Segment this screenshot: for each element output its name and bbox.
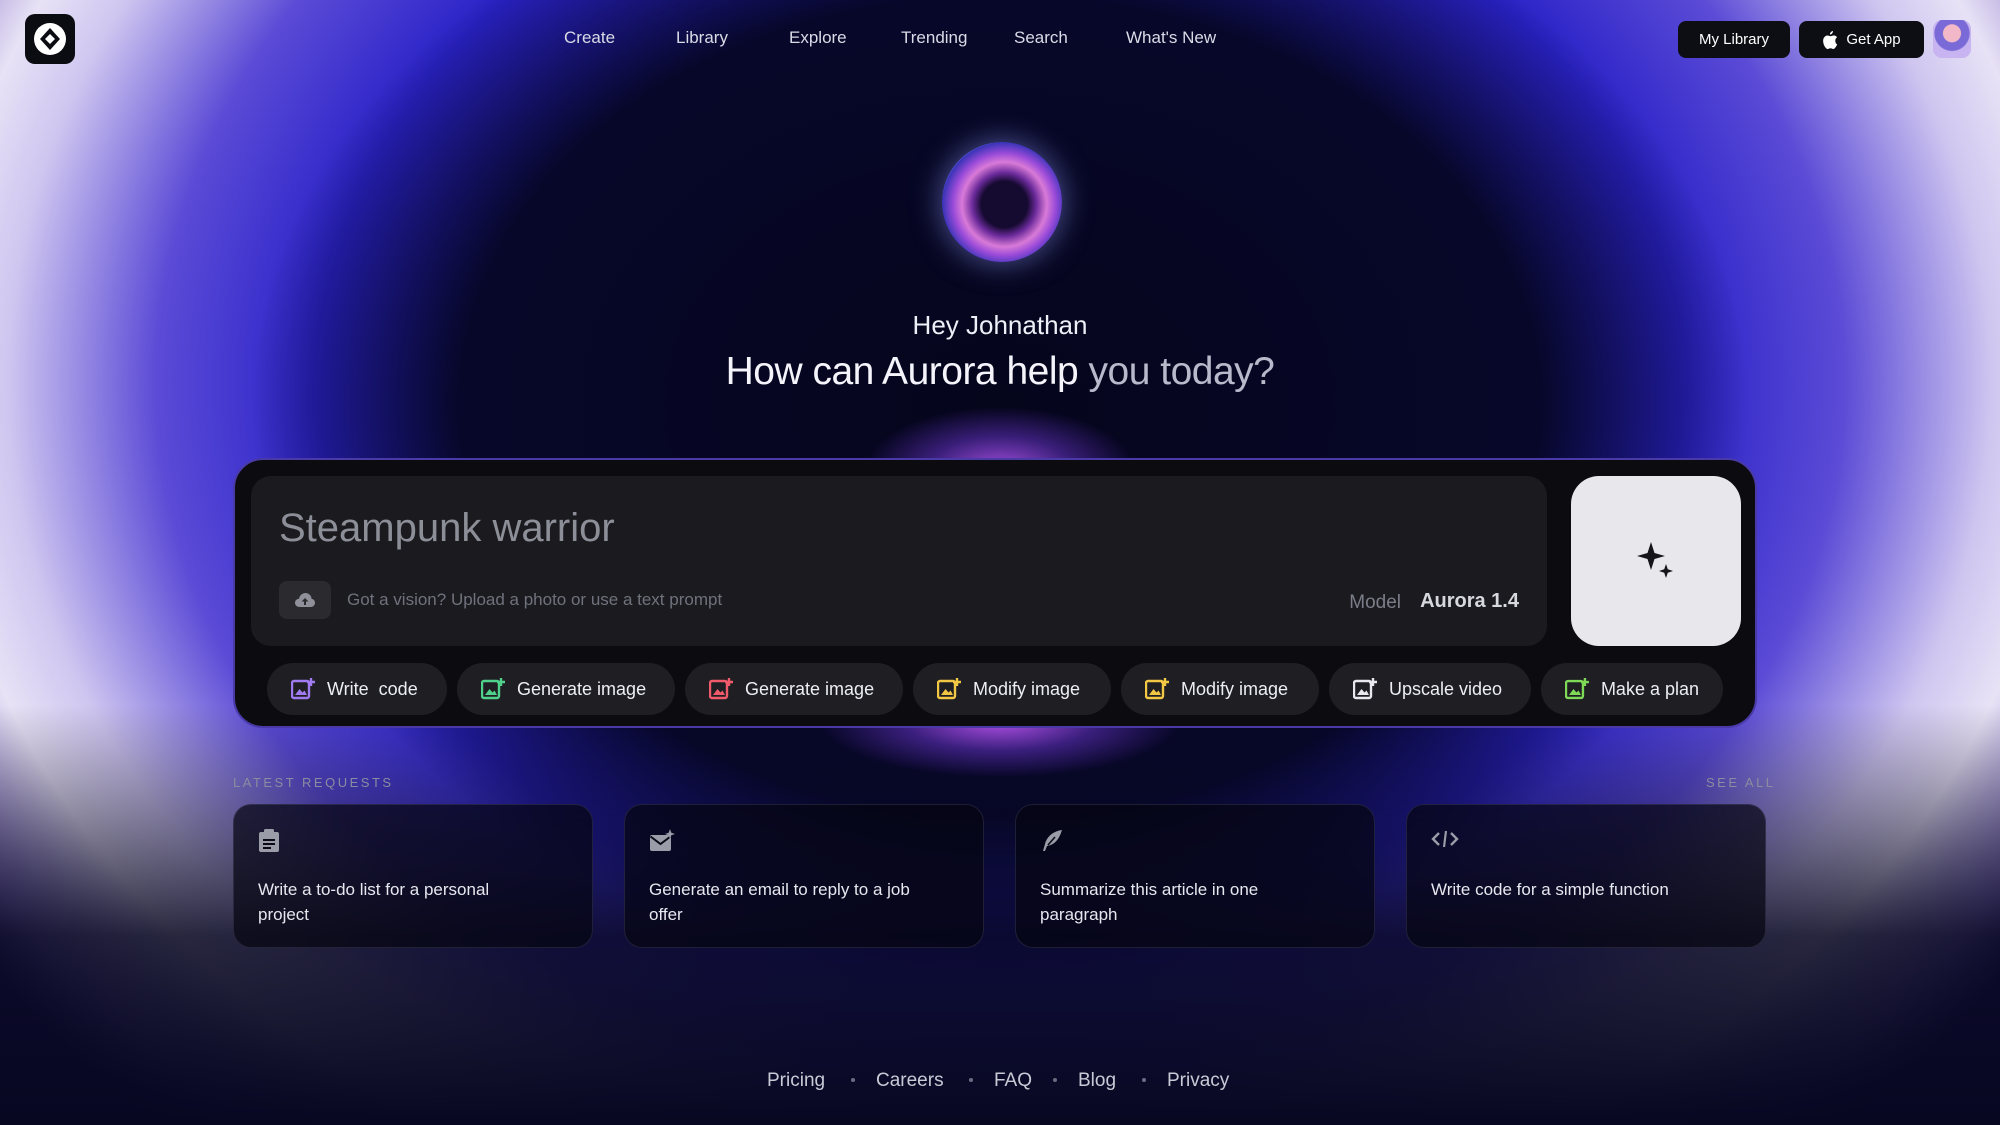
- chip-make-a-plan[interactable]: Make a plan: [1541, 663, 1723, 715]
- user-avatar[interactable]: [1933, 20, 1971, 58]
- chip-label: Make a plan: [1600, 678, 1699, 699]
- nav-library[interactable]: Library: [676, 28, 728, 48]
- chip-label: Generate image: [745, 678, 875, 699]
- request-text: Write a to-do list for a personal projec…: [258, 880, 490, 924]
- see-all-link[interactable]: SEE ALL: [1706, 775, 1776, 790]
- prompt-panel: Steampunk warrior Got a vision? Upload a…: [233, 458, 1757, 728]
- request-text: Write code for a simple function: [1431, 880, 1669, 899]
- image-plus-icon: [1565, 678, 1589, 700]
- prompt-input-box[interactable]: Steampunk warrior Got a vision? Upload a…: [251, 476, 1547, 646]
- image-plus-icon: [937, 678, 961, 700]
- apple-icon: [1823, 30, 1838, 49]
- footer-blog[interactable]: Blog: [1078, 1070, 1116, 1092]
- footer-careers[interactable]: Careers: [876, 1070, 944, 1092]
- upload-button[interactable]: [279, 581, 331, 619]
- clipboard-icon: [259, 829, 279, 852]
- image-plus-icon: [1145, 678, 1169, 700]
- my-library-button[interactable]: My Library: [1678, 21, 1790, 58]
- latest-requests-title: LATEST REQUESTS: [233, 775, 394, 790]
- model-selector[interactable]: Aurora 1.4: [1420, 590, 1519, 613]
- footer-separator: [969, 1078, 973, 1082]
- prompt-input[interactable]: Steampunk warrior: [279, 506, 615, 551]
- image-plus-icon: [291, 678, 315, 700]
- chip-upscale-video[interactable]: Upscale video: [1329, 663, 1531, 715]
- nav-whats-new[interactable]: What's New: [1126, 28, 1216, 48]
- footer-faq[interactable]: FAQ: [994, 1070, 1032, 1092]
- request-card[interactable]: Write a to-do list for a personal projec…: [233, 804, 593, 948]
- chip-label: Modify image: [1181, 678, 1289, 699]
- image-plus-icon: [709, 678, 733, 700]
- image-plus-icon: [1353, 678, 1377, 700]
- chip-write-code[interactable]: Write code: [267, 663, 447, 715]
- cloud-upload-icon: [295, 593, 315, 607]
- footer-privacy[interactable]: Privacy: [1167, 1070, 1229, 1092]
- generate-button[interactable]: [1571, 476, 1741, 646]
- nav-search[interactable]: Search: [1014, 28, 1068, 48]
- headline: How can Aurora help you today?: [0, 350, 2000, 394]
- headline-main: How can Aurora help: [725, 350, 1079, 393]
- mail-sparkle-icon: [649, 829, 675, 851]
- chip-label: Modify image: [973, 678, 1081, 699]
- nav-create[interactable]: Create: [564, 28, 615, 48]
- quill-icon: [1043, 830, 1062, 851]
- get-app-button[interactable]: Get App: [1799, 21, 1924, 58]
- get-app-label: Get App: [1846, 31, 1901, 48]
- footer-separator: [1053, 1078, 1057, 1082]
- image-plus-icon: [481, 678, 505, 700]
- request-text: Summarize this article in one paragraph: [1040, 880, 1259, 924]
- request-card[interactable]: Write code for a simple function: [1406, 804, 1766, 948]
- code-icon: [1431, 830, 1459, 848]
- footer: Pricing Careers FAQ Blog Privacy: [0, 1070, 2000, 1096]
- aurora-orb: [942, 142, 1062, 262]
- sparkle-icon: [1637, 542, 1673, 578]
- request-text: Generate an email to reply to a job offe…: [649, 880, 910, 924]
- footer-separator: [851, 1078, 855, 1082]
- my-library-label: My Library: [1698, 31, 1769, 48]
- nav-trending[interactable]: Trending: [901, 28, 967, 48]
- headline-dim: you today?: [1088, 350, 1275, 393]
- footer-pricing[interactable]: Pricing: [767, 1070, 825, 1092]
- nav-explore[interactable]: Explore: [789, 28, 847, 48]
- chip-label: Upscale video: [1389, 678, 1503, 699]
- chip-generate-image-1[interactable]: Generate image: [457, 663, 675, 715]
- request-card[interactable]: Summarize this article in one paragraph: [1015, 804, 1375, 948]
- footer-separator: [1142, 1078, 1146, 1082]
- model-label: Model: [1349, 592, 1401, 613]
- upload-hint: Got a vision? Upload a photo or use a te…: [347, 590, 723, 609]
- greeting: Hey Johnathan: [912, 310, 1088, 340]
- chip-label: Write code: [327, 678, 418, 699]
- chip-modify-image-2[interactable]: Modify image: [1121, 663, 1319, 715]
- chip-label: Generate image: [517, 678, 647, 699]
- request-card[interactable]: Generate an email to reply to a job offe…: [624, 804, 984, 948]
- chip-modify-image-1[interactable]: Modify image: [913, 663, 1111, 715]
- chip-generate-image-2[interactable]: Generate image: [685, 663, 903, 715]
